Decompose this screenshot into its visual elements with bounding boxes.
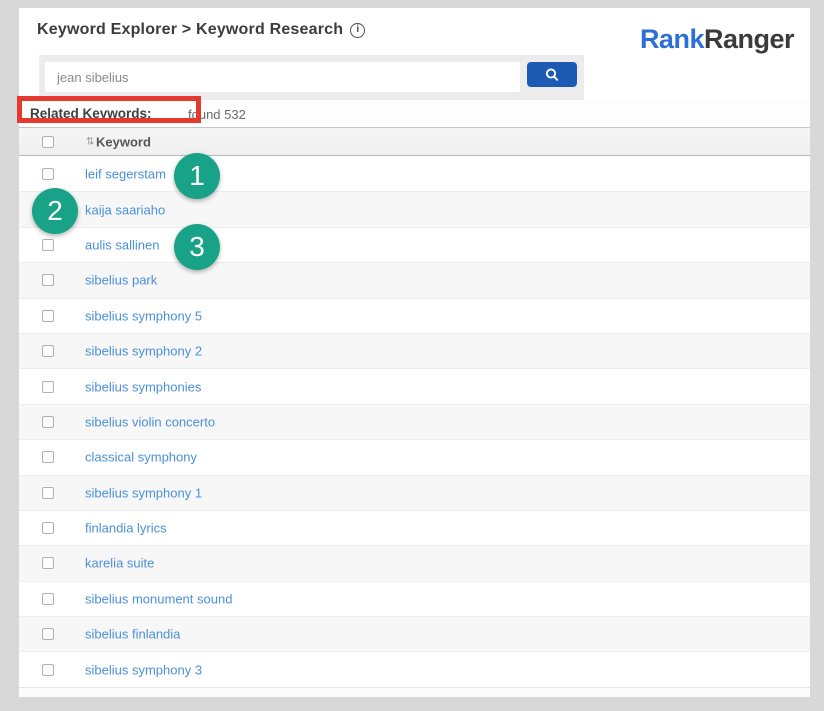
keyword-link[interactable]: sibelius park [85,273,157,288]
step-badge: 2 [32,188,78,234]
row-checkbox[interactable] [42,345,54,357]
row-checkbox[interactable] [42,381,54,393]
table-row[interactable]: aulis sallinen [19,227,810,262]
table-row[interactable]: sibelius symphonies [19,368,810,403]
keyword-link[interactable]: leif segerstam [85,166,166,181]
keyword-link[interactable]: sibelius symphony 3 [85,662,202,677]
keyword-link[interactable]: sibelius symphony 5 [85,308,202,323]
table-row[interactable]: sibelius symphony 1 [19,475,810,510]
sort-icon[interactable]: ⇅ [86,136,94,147]
logo-ranger: Ranger [704,24,794,54]
table-row[interactable]: sibelius finlandia [19,616,810,651]
results-count: found 532 [188,107,246,122]
keyword-link[interactable]: sibelius symphonies [85,379,201,394]
table-row[interactable]: sibelius monument sound [19,581,810,616]
table-row[interactable]: sibelius symphony 5 [19,298,810,333]
keyword-link[interactable]: sibelius symphony 1 [85,485,202,500]
content-card: Keyword Explorer > Keyword Research i Ra… [19,8,810,697]
row-checkbox[interactable] [42,451,54,463]
table-row[interactable]: sibelius symphony 3 [19,651,810,686]
step-badge: 1 [174,153,220,199]
row-checkbox[interactable] [42,522,54,534]
table-header-row: ⇅ Keyword [19,127,810,156]
table-footer [19,687,810,697]
keyword-link[interactable]: karelia suite [85,556,154,571]
column-header-keyword[interactable]: Keyword [96,134,151,149]
keyword-link[interactable]: classical symphony [85,450,197,465]
row-checkbox[interactable] [42,557,54,569]
table-row[interactable]: finlandia lyrics [19,510,810,545]
select-all-checkbox[interactable] [42,136,54,148]
keywords-table: ⇅ Keyword leif segerstam kaija saariaho … [19,127,810,687]
row-checkbox[interactable] [42,168,54,180]
search-input[interactable] [45,62,520,92]
row-checkbox[interactable] [42,274,54,286]
table-row[interactable]: classical symphony [19,439,810,474]
row-checkbox[interactable] [42,239,54,251]
keyword-link[interactable]: finlandia lyrics [85,521,167,536]
table-row[interactable]: karelia suite [19,545,810,580]
row-checkbox[interactable] [42,487,54,499]
table-row[interactable]: sibelius violin concerto [19,404,810,439]
row-checkbox[interactable] [42,593,54,605]
row-checkbox[interactable] [42,664,54,676]
logo-rank: Rank [640,24,704,54]
row-checkbox[interactable] [42,628,54,640]
step-badge: 3 [174,224,220,270]
page-title: Keyword Explorer > Keyword Research [37,21,343,39]
keyword-link[interactable]: kaija saariaho [85,202,165,217]
row-checkbox[interactable] [42,416,54,428]
results-label: Related Keywords: [30,106,152,121]
search-button[interactable] [527,62,577,87]
keyword-link[interactable]: aulis sallinen [85,237,159,252]
results-bar: Related Keywords: found 532 [19,100,810,127]
table-row[interactable]: leif segerstam [19,156,810,191]
keyword-link[interactable]: sibelius symphony 2 [85,344,202,359]
row-checkbox[interactable] [42,310,54,322]
logo: RankRanger [640,24,794,55]
info-icon[interactable]: i [350,23,365,38]
keyword-link[interactable]: sibelius monument sound [85,591,232,606]
keyword-link[interactable]: sibelius finlandia [85,627,180,642]
table-row[interactable]: sibelius symphony 2 [19,333,810,368]
search-section [39,55,584,100]
search-icon [544,67,560,83]
table-body: leif segerstam kaija saariaho aulis sall… [19,156,810,687]
app-background: { "header": { "breadcrumb": "Keyword Exp… [0,0,824,711]
table-row[interactable]: sibelius park [19,262,810,297]
breadcrumb: Keyword Explorer > Keyword Research i [37,21,365,39]
keyword-link[interactable]: sibelius violin concerto [85,414,215,429]
table-row[interactable]: kaija saariaho [19,191,810,226]
